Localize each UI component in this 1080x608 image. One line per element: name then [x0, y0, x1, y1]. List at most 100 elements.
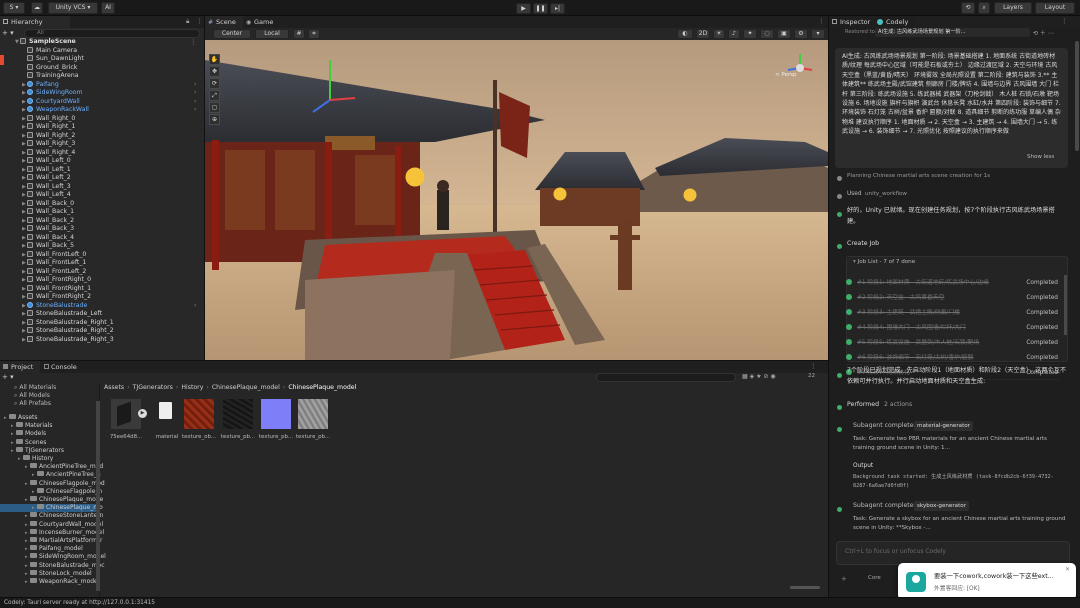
- job-row[interactable]: #3 阶段3: 主建筑 - 武馆主殿/侧廊/门楼 Completed: [846, 306, 1060, 320]
- folder-item[interactable]: ▸ TJGenerators: [0, 446, 64, 455]
- attach-icon[interactable]: +: [841, 575, 847, 583]
- hierarchy-item[interactable]: ▶ Wall_Left_1: [22, 165, 71, 175]
- hierarchy-item[interactable]: ▶ StoneBalustrade_Right_1: [22, 318, 114, 328]
- breadcrumb-item[interactable]: ChinesePlaque_model: [288, 384, 356, 391]
- hierarchy-item[interactable]: ▶ Wall_FrontLeft_2: [22, 267, 86, 277]
- planning-label[interactable]: Planning Chinese martial arts scene crea…: [847, 171, 990, 182]
- hierarchy-item[interactable]: ▶ Wall_Back_1: [22, 208, 74, 217]
- hierarchy-item[interactable]: ▶ Wall_FrontRight_1: [22, 284, 91, 294]
- favorite-item[interactable]: ⌕ All Prefabs: [14, 400, 51, 408]
- add-object-button[interactable]: + ▾: [2, 29, 18, 38]
- close-icon[interactable]: ✕: [1065, 566, 1070, 573]
- camera-icon[interactable]: ▣: [777, 29, 791, 39]
- hierarchy-item[interactable]: ▶ Wall_FrontLeft_0: [22, 250, 86, 260]
- notification-toast[interactable]: 要装一下cowork,cowork装一下这些ext... 外置客回应: [OK]…: [898, 563, 1076, 600]
- folder-item[interactable]: ▸ Materials: [0, 422, 53, 430]
- job-list-header[interactable]: ▾ Job List - 7 of 7 done: [853, 259, 915, 265]
- job-row[interactable]: #1 阶段1: 地面材质 - 古街道地砖/练武场中心/边缘 Completed: [846, 276, 1060, 290]
- zoom-slider[interactable]: [790, 586, 820, 589]
- tab-hierarchy[interactable]: Hierarchy: [0, 16, 70, 28]
- folder-item[interactable]: ▸ SideWingRoom_model: [0, 553, 106, 561]
- mode-2d-button[interactable]: 2D: [696, 29, 710, 39]
- hierarchy-item[interactable]: ▶ Wall_Left_2: [22, 174, 71, 183]
- hierarchy-item[interactable]: ▶ StoneBalustrade ›: [22, 301, 196, 311]
- hierarchy-item[interactable]: ▶ Wall_Right_2: [22, 131, 75, 141]
- inspector-menu-icon[interactable]: ⋮: [1061, 17, 1068, 25]
- folder-item[interactable]: ▸ WeaponRack_model: [0, 578, 99, 586]
- hierarchy-item[interactable]: ▶ Wall_Back_4: [22, 233, 74, 243]
- folder-item[interactable]: ▸ ChineseFlagpole_n: [0, 487, 102, 496]
- hierarchy-item[interactable]: ▶ Wall_FrontLeft_1: [22, 259, 86, 268]
- job-row[interactable]: #4 阶段4: 围墙大门 - 古风围墙/栏杆/大门 Completed: [846, 321, 1060, 335]
- asset-thumbnail[interactable]: [298, 399, 328, 429]
- breadcrumb-item[interactable]: ChinesePlaque_model: [212, 384, 280, 391]
- cloud-icon[interactable]: ☁: [31, 2, 43, 14]
- asset-thumbnail[interactable]: [261, 399, 291, 429]
- hidden-objects-icon[interactable]: ◌: [760, 29, 774, 39]
- move-tool-icon[interactable]: ✥: [209, 66, 220, 77]
- hand-tool-icon[interactable]: ✋: [209, 54, 220, 65]
- chevron-right-icon[interactable]: ›: [194, 81, 196, 90]
- session-icons[interactable]: ⟲ ＋ ⋯: [1033, 28, 1054, 37]
- used-tool[interactable]: unity_workflow: [865, 189, 907, 200]
- asset-thumbnail[interactable]: [223, 399, 253, 429]
- layers-dropdown[interactable]: Layers: [994, 2, 1032, 14]
- hierarchy-item[interactable]: ▶ WeaponRackWall ›: [22, 106, 196, 115]
- layout-dropdown[interactable]: Layout: [1035, 2, 1075, 14]
- asset-thumbnail[interactable]: ▶: [111, 399, 147, 429]
- tree-scrollbar[interactable]: [96, 401, 100, 591]
- hierarchy-item[interactable]: ▶ Wall_Left_0: [22, 157, 71, 166]
- space-dropdown[interactable]: Local: [255, 29, 289, 39]
- play-icon[interactable]: ▶: [516, 3, 531, 14]
- breadcrumb-item[interactable]: TJGenerators: [133, 384, 173, 391]
- vcs-dropdown[interactable]: Unity VCS ▾: [48, 2, 98, 14]
- lock-icon[interactable]: 🔒︎: [186, 17, 189, 26]
- rect-tool-icon[interactable]: ▢: [209, 102, 220, 113]
- job-row[interactable]: #2 阶段2: 天空盒 - 古风黄昏天空 Completed: [846, 291, 1060, 305]
- rotate-tool-icon[interactable]: ⟳: [209, 78, 220, 89]
- shading-icon[interactable]: ◐: [677, 29, 693, 39]
- folder-item[interactable]: ▸ AncientPineTree_n: [0, 471, 101, 479]
- hierarchy-item[interactable]: ▶ Wall_Right_0: [22, 114, 75, 124]
- hierarchy-item[interactable]: ▶ Wall_Back_0: [22, 199, 74, 209]
- folder-item[interactable]: ▸ ChinesePlaque_mo: [0, 504, 103, 513]
- hierarchy-item[interactable]: ▶ Paifang ›: [22, 80, 196, 90]
- scene-menu-icon[interactable]: ⋮: [818, 17, 825, 25]
- create-asset-button[interactable]: + ▾: [2, 373, 14, 381]
- folder-item[interactable]: ▸ Scenes: [0, 438, 46, 447]
- gizmos-icon[interactable]: ⚙: [794, 29, 808, 39]
- session-dropdown[interactable]: AI生成: 古风练武场场景规划 第一阶...: [875, 28, 1030, 37]
- hierarchy-item[interactable]: ▶ CourtyardWall ›: [22, 97, 196, 107]
- hierarchy-item[interactable]: TrainingArena: [22, 72, 79, 81]
- pause-icon[interactable]: ❚❚: [533, 3, 548, 14]
- folder-item[interactable]: ▸ ChineseFlagpole_mod: [0, 479, 105, 488]
- audio-icon[interactable]: ♪: [728, 29, 740, 39]
- job-list-scrollbar[interactable]: [1064, 275, 1067, 335]
- hierarchy-search-input[interactable]: All: [24, 29, 200, 38]
- hierarchy-item[interactable]: ▶ StoneBalustrade_Right_2: [22, 327, 114, 336]
- ai-button[interactable]: AI: [101, 2, 115, 14]
- hierarchy-item[interactable]: ▶ Wall_FrontRight_2: [22, 293, 91, 302]
- subagent-1-tool[interactable]: material-generator: [914, 421, 973, 431]
- hierarchy-item[interactable]: ▶ StoneBalustrade_Left: [22, 310, 102, 319]
- filter-icons[interactable]: ▦ ◈ ★ ⊘ ◉: [742, 373, 776, 380]
- hierarchy-item[interactable]: ▶ Wall_Back_3: [22, 225, 74, 234]
- search-icon[interactable]: ⌕: [978, 2, 990, 14]
- hierarchy-item[interactable]: ▶ Wall_Right_3: [22, 140, 75, 149]
- account-dropdown[interactable]: S ▾: [3, 2, 25, 14]
- transform-tool-icon[interactable]: ⊕: [209, 114, 220, 125]
- hierarchy-item[interactable]: ▶ Wall_Left_4: [22, 191, 71, 200]
- folder-item[interactable]: ▸ AncientPineTree_mod: [0, 463, 103, 471]
- chevron-right-icon[interactable]: ›: [194, 98, 196, 107]
- scene-menu-icon[interactable]: ⋮: [190, 38, 197, 46]
- chevron-right-icon[interactable]: ›: [194, 106, 196, 115]
- folder-item[interactable]: ▸ IncenseBurner_model: [0, 528, 104, 537]
- history-icon[interactable]: ⟲: [961, 2, 975, 14]
- scene-viewport[interactable]: ✋ ✥ ⟳ ⤢ ▢ ⊕ < Persp: [205, 40, 828, 360]
- asset-thumbnail[interactable]: [152, 399, 182, 429]
- step-icon[interactable]: ▸|: [550, 3, 565, 14]
- hierarchy-item[interactable]: ▶ Wall_Right_4: [22, 148, 75, 158]
- folder-item[interactable]: ▸ StoneBalustrade_moc: [0, 561, 105, 570]
- folder-item[interactable]: ▸ StoneLock_model: [0, 569, 92, 578]
- project-menu-icon[interactable]: ⋮: [810, 362, 817, 370]
